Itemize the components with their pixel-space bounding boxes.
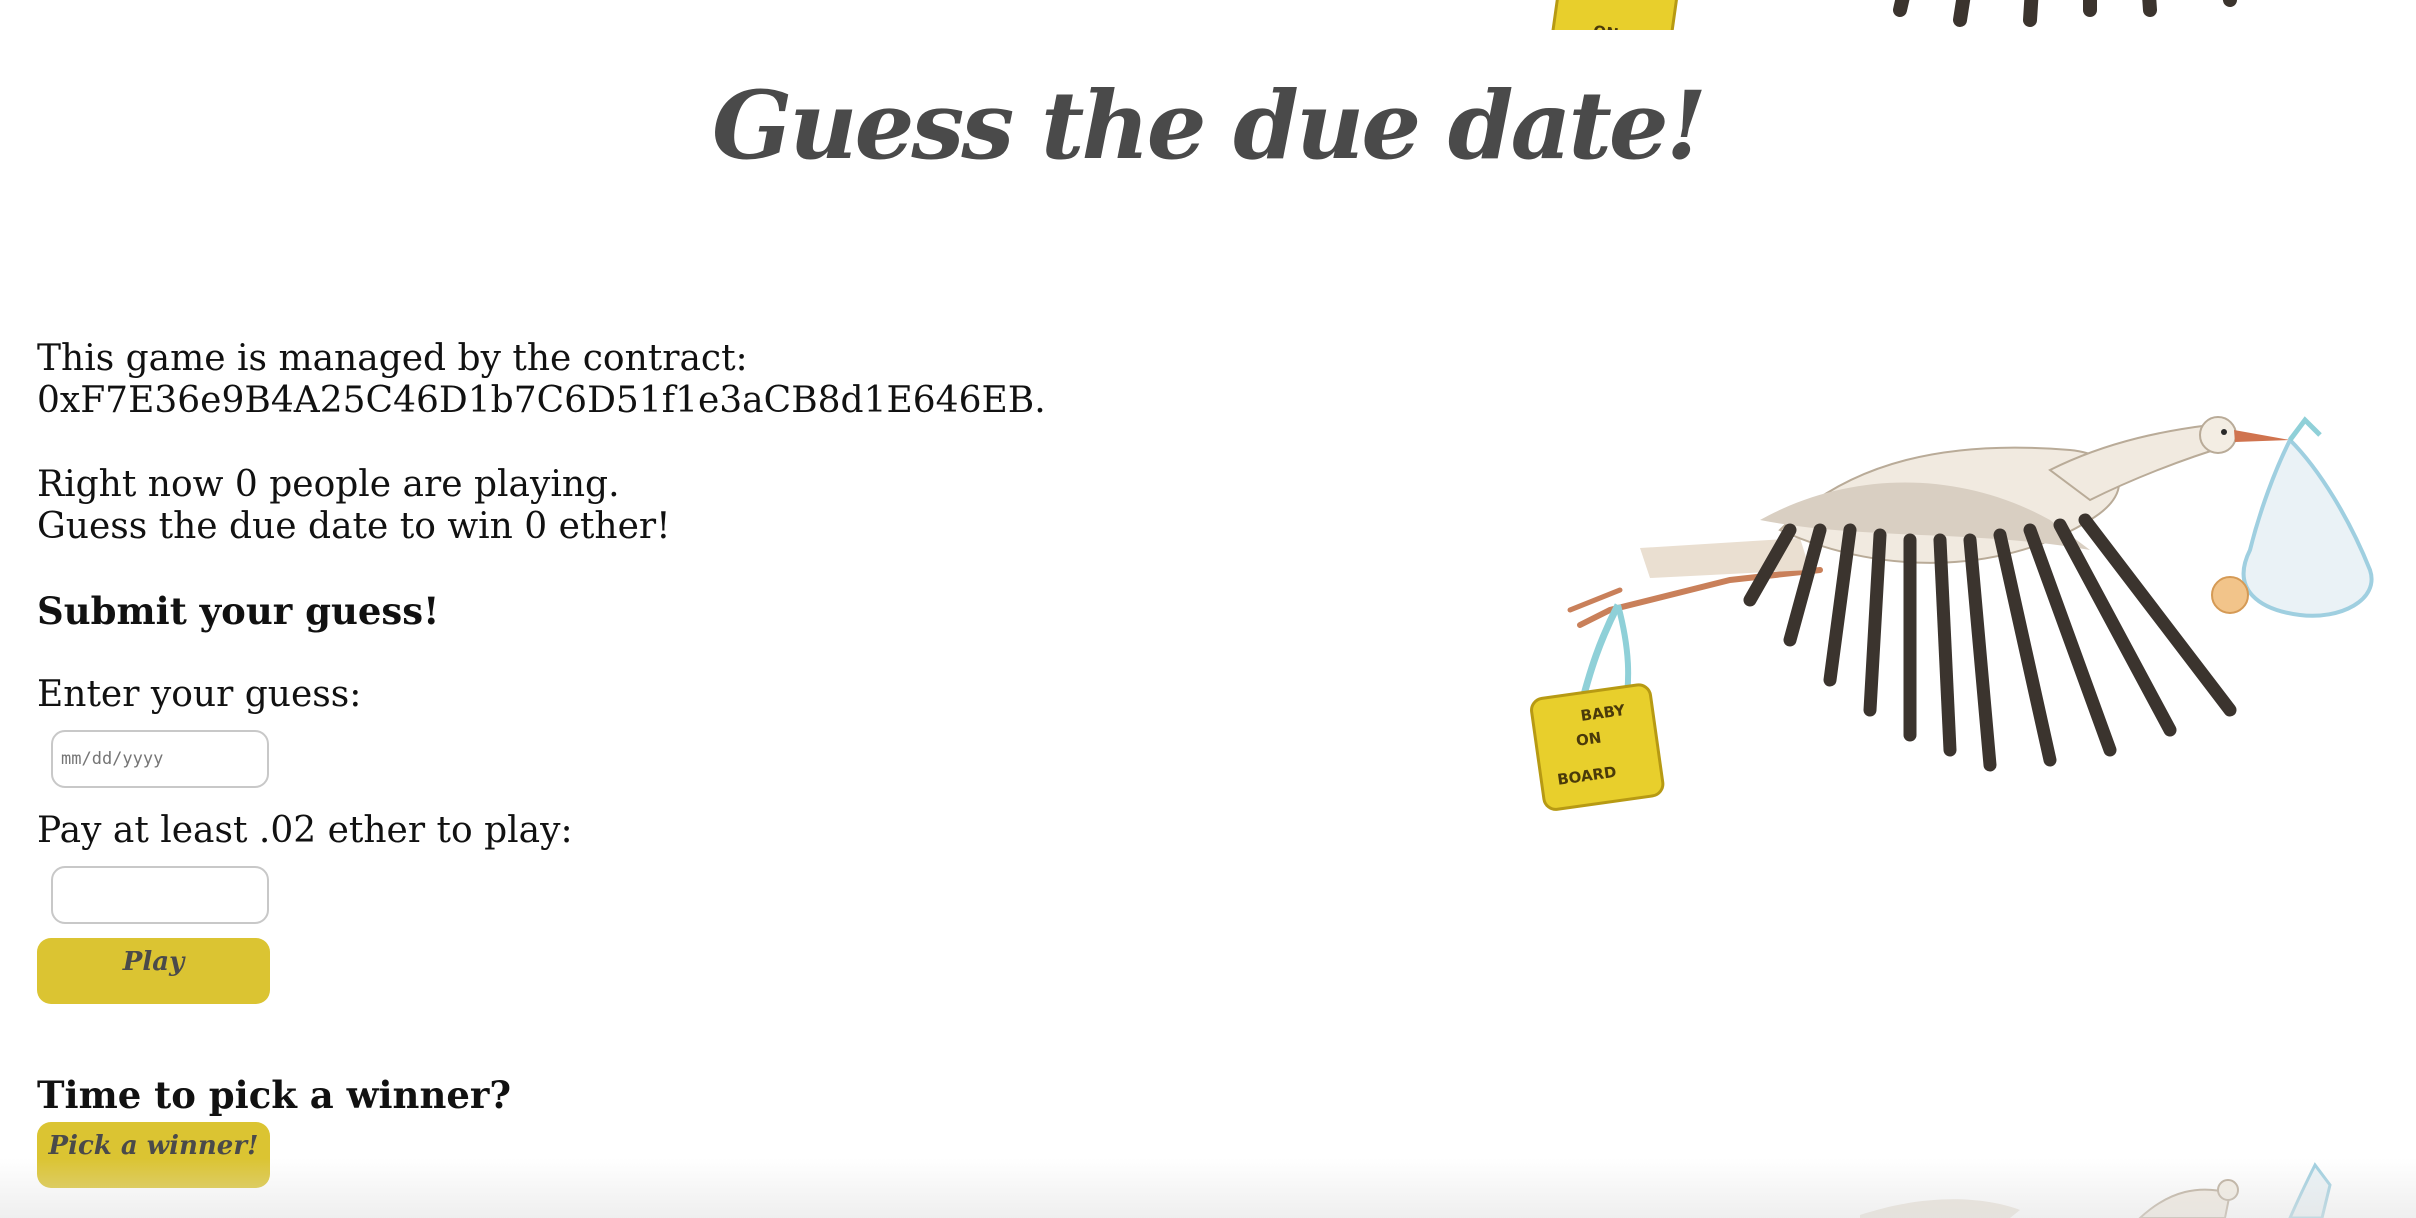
stork-illustration-top: ON BOARD <box>1549 0 2237 30</box>
svg-text:ON: ON <box>1575 729 1603 750</box>
pick-winner-heading: Time to pick a winner? <box>37 1073 512 1117</box>
stork-illustration: BABY ON BOARD <box>1530 416 2374 811</box>
play-button[interactable]: Play <box>37 938 270 1004</box>
baby-on-board-sign-top: ON BOARD <box>1549 0 1682 30</box>
players-count-text: Right now 0 people are playing. <box>37 464 620 505</box>
submit-guess-heading: Submit your guess! <box>37 589 440 633</box>
main-content: This game is managed by the contract: 0x… <box>37 338 1337 1188</box>
bottom-scroll-shadow <box>0 1158 2416 1218</box>
prize-text: Guess the due date to win 0 ether! <box>37 506 671 547</box>
baby-bundle-icon <box>2211 416 2374 618</box>
pay-label: Pay at least .02 ether to play: <box>37 810 573 851</box>
contract-intro-text: This game is managed by the contract: <box>37 338 748 379</box>
page-title: Guess the due date! <box>711 71 1707 181</box>
contract-address: 0xF7E36e9B4A25C46D1b7C6D51f1e3aCB8d1E646… <box>37 380 1046 421</box>
ether-amount-input[interactable] <box>51 866 269 924</box>
stork-wing <box>1743 482 2237 772</box>
guess-label: Enter your guess: <box>37 674 362 715</box>
stork-wing-top <box>1893 0 2237 27</box>
due-date-input[interactable] <box>51 730 269 788</box>
baby-on-board-sign: BABY ON BOARD <box>1530 683 1665 811</box>
